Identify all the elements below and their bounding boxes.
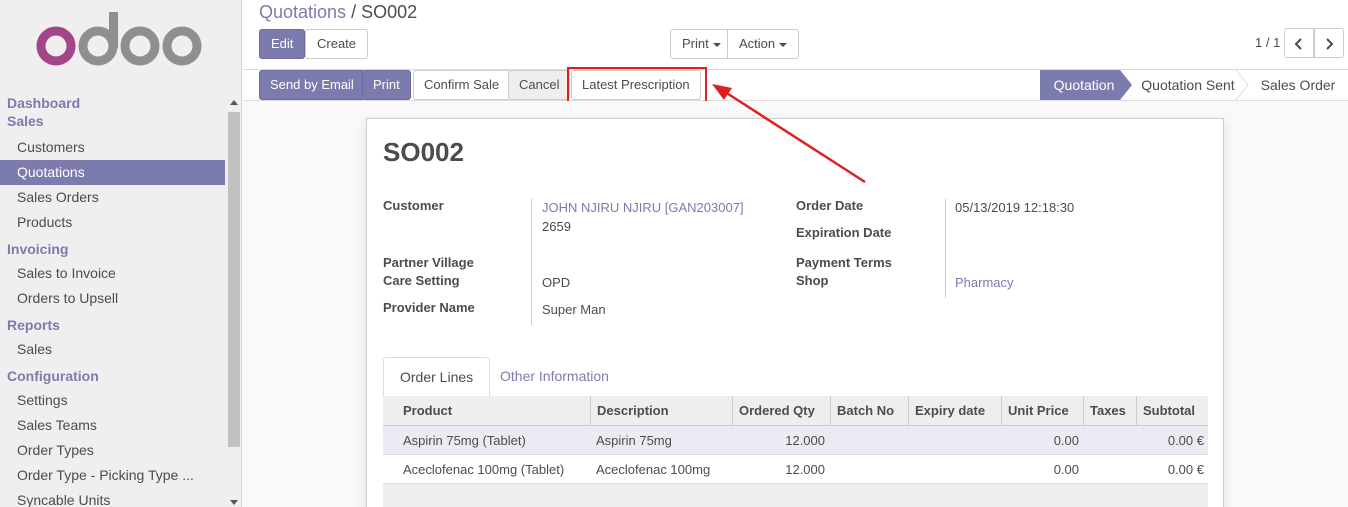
sidebar-section-invoicing[interactable]: Invoicing xyxy=(0,240,225,258)
row-unit-price: 0.00 xyxy=(1053,462,1079,477)
scroll-down-icon[interactable] xyxy=(230,500,238,505)
chevron-down-icon xyxy=(779,42,788,47)
payment-terms-label: Payment Terms xyxy=(796,255,892,270)
order-date-value: 05/13/2019 12:18:30 xyxy=(955,200,1075,215)
column-header-description[interactable]: Description xyxy=(590,396,732,426)
breadcrumb-current: SO002 xyxy=(361,2,418,22)
column-header-expiry-date[interactable]: Expiry date xyxy=(908,396,1001,426)
stage-quotation[interactable]: Quotation xyxy=(1040,70,1128,100)
customer-address: 2659 xyxy=(542,219,571,234)
column-header-ordered-qty[interactable]: Ordered Qty xyxy=(732,396,830,426)
sidebar-item-sales-orders[interactable]: Sales Orders xyxy=(0,185,225,210)
field-divider xyxy=(945,199,946,298)
annotation-arrow-icon xyxy=(712,84,866,184)
column-header-taxes[interactable]: Taxes xyxy=(1083,396,1136,426)
chevron-right-icon xyxy=(1326,37,1334,50)
row-description: Aspirin 75mg xyxy=(596,433,672,448)
sidebar-section-configuration[interactable]: Configuration xyxy=(0,367,225,385)
partner-village-label: Partner Village xyxy=(383,255,474,270)
care-setting-value: OPD xyxy=(542,275,571,290)
cancel-button[interactable]: Cancel xyxy=(508,70,571,100)
row-unit-price: 0.00 xyxy=(1053,433,1079,448)
control-panel: Quotations / SO002 Edit Create Print Act… xyxy=(243,0,1348,70)
sidebar-item-settings[interactable]: Settings xyxy=(0,388,225,413)
sidebar-section-dashboard[interactable]: Dashboard xyxy=(0,94,225,112)
sidebar-section-sales[interactable]: Sales xyxy=(0,112,225,130)
table-header: Product Description Ordered Qty Batch No… xyxy=(383,396,1208,426)
action-dropdown-label: Action xyxy=(739,36,776,51)
sidebar-item-order-types[interactable]: Order Types xyxy=(0,438,225,463)
notebook-tabs: Order Lines Other Information xyxy=(383,357,1208,397)
shop-link[interactable]: Pharmacy xyxy=(955,275,1014,290)
row-product: Aspirin 75mg (Tablet) xyxy=(403,433,526,448)
action-dropdown-button[interactable]: Action xyxy=(727,29,800,59)
table-row[interactable]: Aspirin 75mg (Tablet) Aspirin 75mg 12.00… xyxy=(383,426,1208,455)
table-row[interactable]: Aceclofenac 100mg (Tablet) Aceclofenac 1… xyxy=(383,455,1208,484)
breadcrumb: Quotations / SO002 xyxy=(259,2,417,23)
provider-name-label: Provider Name xyxy=(383,300,475,315)
print-dropdown-label: Print xyxy=(682,36,709,51)
edit-button[interactable]: Edit xyxy=(259,29,306,59)
create-button[interactable]: Create xyxy=(305,29,369,59)
breadcrumb-quotations-link[interactable]: Quotations xyxy=(259,2,346,22)
row-ordered-qty: 12.000 xyxy=(785,462,825,477)
order-date-label: Order Date xyxy=(796,198,864,213)
sidebar: Dashboard Sales Customers Quotations Sal… xyxy=(0,0,242,507)
odoo-logo-graphic xyxy=(36,12,202,66)
row-subtotal: 0.00 € xyxy=(1167,433,1204,448)
sidebar-item-customers[interactable]: Customers xyxy=(0,135,225,160)
sidebar-section-reports[interactable]: Reports xyxy=(0,316,225,334)
care-setting-label: Care Setting xyxy=(383,273,460,288)
row-product: Aceclofenac 100mg (Tablet) xyxy=(403,462,565,477)
document-title: SO002 xyxy=(383,137,464,167)
column-header-subtotal[interactable]: Subtotal xyxy=(1136,396,1208,426)
column-header-product[interactable]: Product xyxy=(397,396,590,426)
field-divider xyxy=(531,199,532,325)
shop-label: Shop xyxy=(796,273,829,288)
expiration-date-label: Expiration Date xyxy=(796,225,892,240)
sidebar-item-sales-to-invoice[interactable]: Sales to Invoice xyxy=(0,261,225,286)
row-description: Aceclofenac 100mg xyxy=(596,462,711,477)
sidebar-item-syncable-units[interactable]: Syncable Units xyxy=(0,488,225,507)
row-subtotal: 0.00 € xyxy=(1167,462,1204,477)
customer-link[interactable]: JOHN NJIRU NJIRU [GAN203007] xyxy=(542,200,744,215)
pager-next-button[interactable] xyxy=(1314,28,1344,58)
annotation-highlight-box xyxy=(567,67,707,104)
breadcrumb-separator: / xyxy=(351,2,357,22)
table-footer xyxy=(383,484,1208,507)
sidebar-item-products[interactable]: Products xyxy=(0,210,225,235)
provider-name-value: Super Man xyxy=(542,302,606,317)
sidebar-item-quotations[interactable]: Quotations xyxy=(0,160,225,185)
pager-value[interactable]: 1 / 1 xyxy=(1255,35,1280,50)
print-button[interactable]: Print xyxy=(362,70,411,100)
pager-previous-button[interactable] xyxy=(1284,28,1314,58)
column-header-batch-no[interactable]: Batch No xyxy=(830,396,908,426)
print-dropdown-button[interactable]: Print xyxy=(670,29,733,59)
chevron-down-icon xyxy=(712,42,721,47)
column-header-unit-price[interactable]: Unit Price xyxy=(1001,396,1083,426)
row-ordered-qty: 12.000 xyxy=(785,433,825,448)
tab-order-lines[interactable]: Order Lines xyxy=(383,357,491,397)
confirm-sale-button[interactable]: Confirm Sale xyxy=(413,70,511,100)
sidebar-item-order-type-picking[interactable]: Order Type - Picking Type ... xyxy=(0,463,225,488)
stage-sales-order[interactable]: Sales Order xyxy=(1253,70,1343,100)
chevron-left-icon xyxy=(1294,37,1302,50)
sidebar-item-sales-report[interactable]: Sales xyxy=(0,337,225,362)
sidebar-scrollbar-thumb[interactable] xyxy=(228,112,240,447)
scroll-up-icon[interactable] xyxy=(230,100,238,105)
sidebar-menu: Dashboard Sales Customers Quotations Sal… xyxy=(0,94,225,507)
sidebar-item-sales-teams[interactable]: Sales Teams xyxy=(0,413,225,438)
tab-other-information[interactable]: Other Information xyxy=(484,357,625,397)
odoo-logo[interactable] xyxy=(36,10,206,70)
send-by-email-button[interactable]: Send by Email xyxy=(259,70,365,100)
sidebar-item-orders-to-upsell[interactable]: Orders to Upsell xyxy=(0,286,225,311)
stage-quotation-sent[interactable]: Quotation Sent xyxy=(1136,70,1240,100)
customer-label: Customer xyxy=(383,198,444,213)
